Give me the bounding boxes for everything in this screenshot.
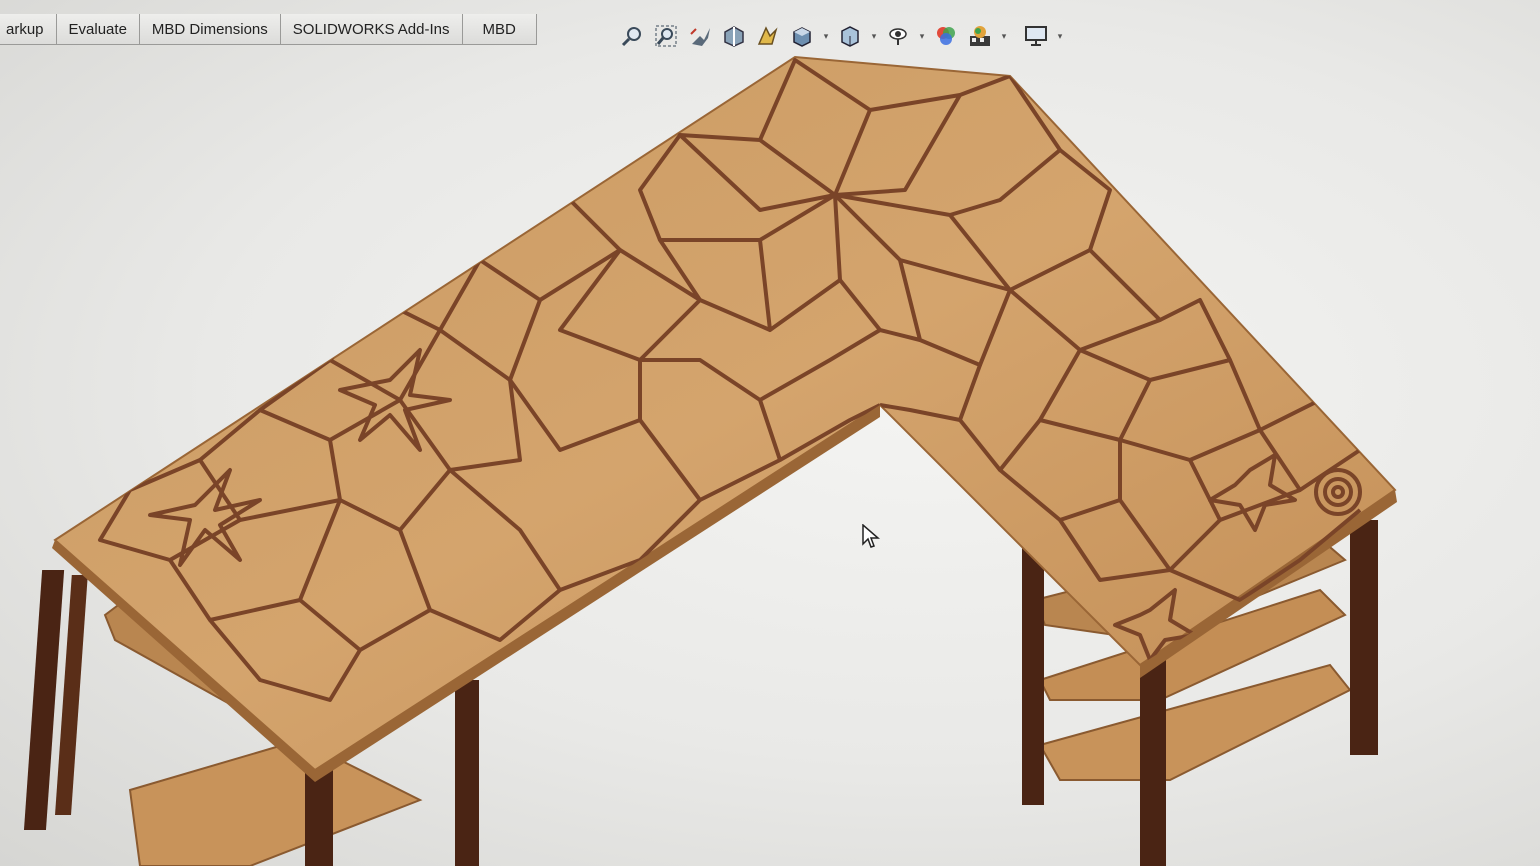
tab-evaluate[interactable]: Evaluate <box>56 14 140 44</box>
view-settings-button[interactable] <box>1022 22 1050 50</box>
zoom-to-area-icon <box>655 25 677 47</box>
previous-view-icon <box>690 28 710 46</box>
mouse-cursor-icon <box>862 524 880 548</box>
command-manager-tabs: arkup Evaluate MBD Dimensions SOLIDWORKS… <box>0 14 537 45</box>
zoom-to-fit-icon <box>621 27 641 47</box>
hide-show-items-icon <box>889 28 907 45</box>
monitor-icon <box>1025 26 1047 46</box>
display-style-dropdown[interactable]: ▾ <box>870 22 878 50</box>
table-leg <box>455 680 479 866</box>
dynamic-annotation-icon <box>757 26 778 45</box>
left-lower-shelf <box>128 738 423 866</box>
table-leg <box>305 770 333 866</box>
section-view-icon <box>724 26 744 47</box>
view-orientation-icon <box>793 27 811 47</box>
table-leg <box>1350 520 1378 755</box>
hide-show-items-button[interactable] <box>884 22 912 50</box>
edit-appearance-icon <box>937 27 955 45</box>
table-leg <box>1022 545 1044 805</box>
previous-view-button[interactable] <box>686 22 714 50</box>
apply-scene-dropdown[interactable]: ▾ <box>1000 22 1008 50</box>
tab-solidworks-add-ins[interactable]: SOLIDWORKS Add-Ins <box>280 14 463 44</box>
chevron-down-icon: ▾ <box>1057 30 1063 41</box>
tab-mbd[interactable]: MBD <box>462 14 537 44</box>
chevron-down-icon: ▾ <box>1001 30 1007 41</box>
section-view-button[interactable] <box>720 22 748 50</box>
display-style-button[interactable] <box>836 22 864 50</box>
dynamic-annotation-button[interactable] <box>754 22 782 50</box>
view-orientation-button[interactable] <box>788 22 816 50</box>
chevron-down-icon: ▾ <box>919 30 925 41</box>
tab-mbd-dimensions[interactable]: MBD Dimensions <box>139 14 281 44</box>
heads-up-view-toolbar: ▾ ▾ ▾ ▾ ▾ <box>618 20 1064 52</box>
display-style-icon <box>841 26 859 47</box>
graphics-area[interactable] <box>0 0 1540 866</box>
table-leg <box>1140 655 1166 866</box>
chevron-down-icon: ▾ <box>871 30 877 41</box>
view-orientation-dropdown[interactable]: ▾ <box>822 22 830 50</box>
edit-appearance-button[interactable] <box>932 22 960 50</box>
chevron-down-icon: ▾ <box>823 30 829 41</box>
tab-markup[interactable]: arkup <box>0 14 57 44</box>
zoom-to-fit-button[interactable] <box>618 22 646 50</box>
zoom-to-area-button[interactable] <box>652 22 680 50</box>
view-settings-dropdown[interactable]: ▾ <box>1056 22 1064 50</box>
apply-scene-button[interactable] <box>966 22 994 50</box>
hide-show-items-dropdown[interactable]: ▾ <box>918 22 926 50</box>
apply-scene-icon <box>970 26 990 46</box>
